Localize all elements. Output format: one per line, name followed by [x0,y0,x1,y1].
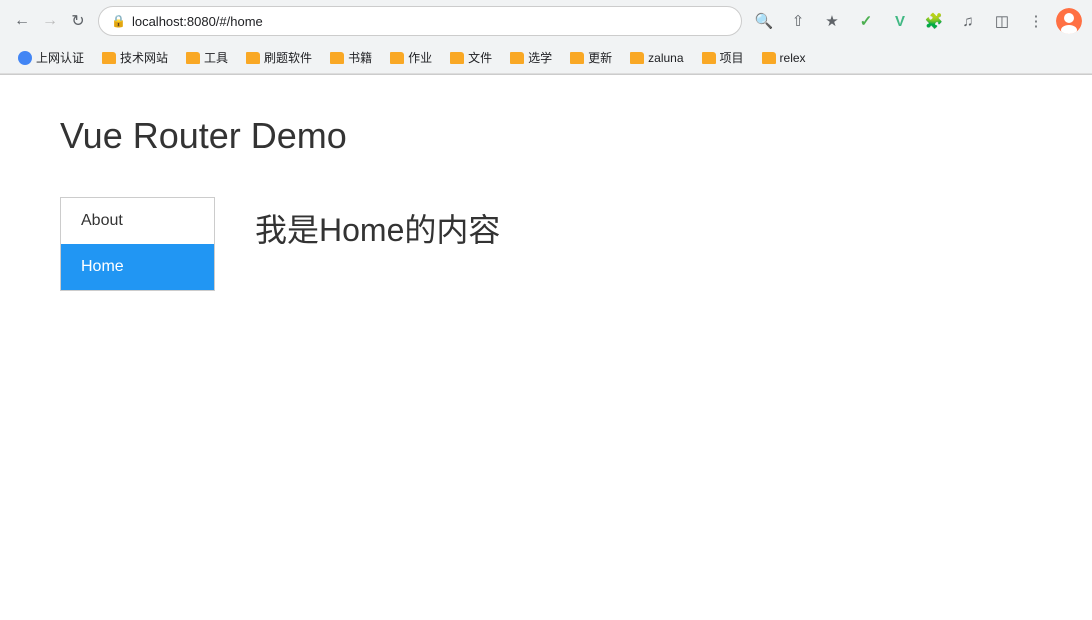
nav-buttons: ← → ↻ [10,9,90,33]
route-content: 我是Home的内容 [255,197,500,251]
folder-icon [246,52,260,64]
folder-icon [330,52,344,64]
folder-icon [390,52,404,64]
page-title: Vue Router Demo [60,115,1032,157]
browser-toolbar: ← → ↻ 🔒 🔍 ⇧ ★ ✓ V 🧩 ♫ ◫ ⋮ [0,0,1092,42]
bookmark-select[interactable]: 选学 [502,46,560,69]
lock-icon: 🔒 [111,14,126,28]
bookmark-label: 文件 [468,49,492,66]
bookmark-label: 更新 [588,49,612,66]
folder-icon [102,52,116,64]
nav-menu: About Home [60,197,215,291]
bookmark-update[interactable]: 更新 [562,46,620,69]
bookmark-label: 刷题软件 [264,49,312,66]
bookmark-zaluna[interactable]: zaluna [622,48,691,68]
globe-icon [18,51,32,65]
vue-devtools-button[interactable]: V [886,7,914,35]
bookmark-file[interactable]: 文件 [442,46,500,69]
extensions-button[interactable]: ✓ [852,7,880,35]
bookmark-label: 作业 [408,49,432,66]
reload-button[interactable]: ↻ [66,9,90,33]
forward-button[interactable]: → [38,9,62,33]
puzzle-button[interactable]: 🧩 [920,7,948,35]
media-button[interactable]: ♫ [954,7,982,35]
bookmark-label: 项目 [720,49,744,66]
share-button[interactable]: ⇧ [784,7,812,35]
bookmark-star-button[interactable]: ★ [818,7,846,35]
folder-icon [450,52,464,64]
bookmark-tech[interactable]: 技术网站 [94,46,176,69]
page-content: Vue Router Demo About Home 我是Home的内容 [0,75,1092,620]
address-bar[interactable]: 🔒 [98,6,742,36]
bookmark-label: relex [780,51,806,65]
bookmark-label: zaluna [648,51,683,65]
menu-button[interactable]: ⋮ [1022,7,1050,35]
search-button[interactable]: 🔍 [750,7,778,35]
avatar[interactable] [1056,8,1082,34]
browser-chrome: ← → ↻ 🔒 🔍 ⇧ ★ ✓ V 🧩 ♫ ◫ ⋮ [0,0,1092,75]
nav-item-about[interactable]: About [61,198,214,244]
bookmark-label: 工具 [204,49,228,66]
folder-icon [510,52,524,64]
folder-icon [702,52,716,64]
toolbar-icons: 🔍 ⇧ ★ ✓ V 🧩 ♫ ◫ ⋮ [750,7,1082,35]
bookmark-label: 技术网站 [120,49,168,66]
folder-icon [630,52,644,64]
folder-icon [186,52,200,64]
bookmark-relex[interactable]: relex [754,48,814,68]
bookmark-brush[interactable]: 刷题软件 [238,46,320,69]
url-input[interactable] [132,14,729,29]
bookmark-tools[interactable]: 工具 [178,46,236,69]
bookmark-label: 选学 [528,49,552,66]
split-screen-button[interactable]: ◫ [988,7,1016,35]
bookmark-label: 上网认证 [36,49,84,66]
nav-content-area: About Home 我是Home的内容 [60,197,1032,291]
bookmark-shang[interactable]: 上网认证 [10,46,92,69]
back-button[interactable]: ← [10,9,34,33]
nav-item-home[interactable]: Home [61,244,214,290]
bookmark-work[interactable]: 作业 [382,46,440,69]
bookmarks-bar: 上网认证 技术网站 工具 刷题软件 书籍 作业 文件 选学 [0,42,1092,74]
folder-icon [570,52,584,64]
bookmark-label: 书籍 [348,49,372,66]
folder-icon [762,52,776,64]
bookmark-books[interactable]: 书籍 [322,46,380,69]
bookmark-project[interactable]: 项目 [694,46,752,69]
